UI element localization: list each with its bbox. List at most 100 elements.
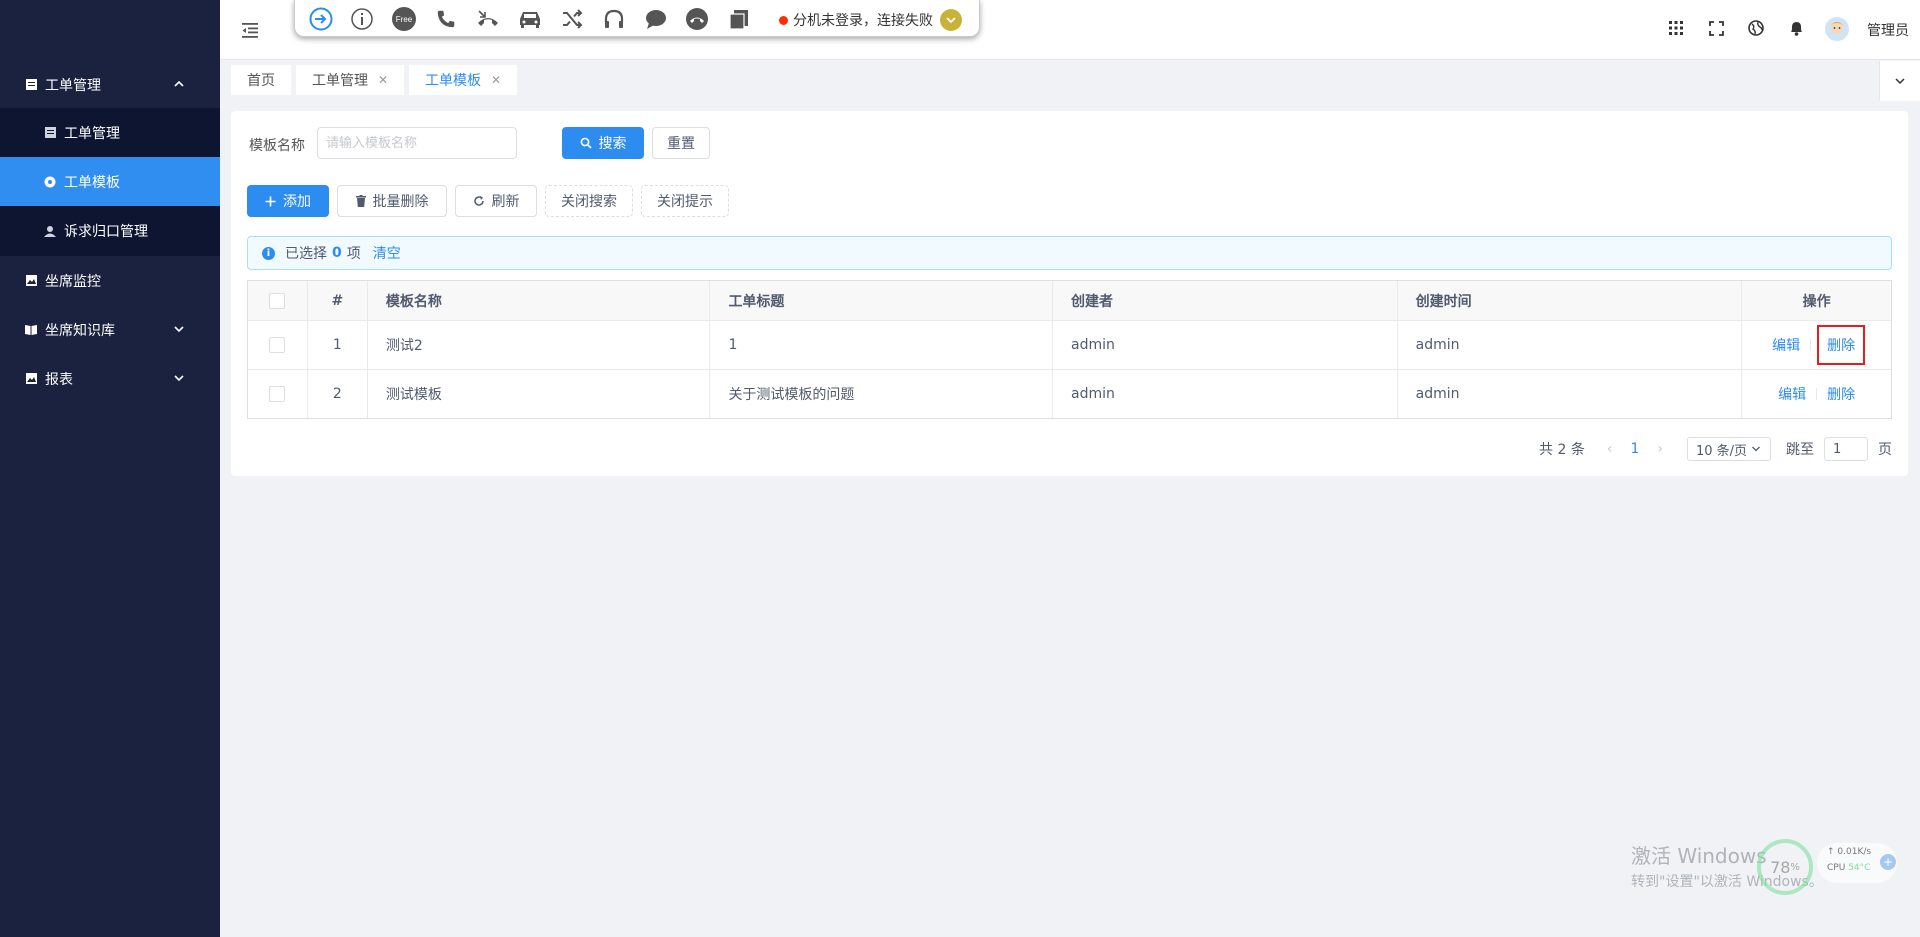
search-button[interactable]: 搜索 (562, 127, 644, 159)
close-tip-button[interactable]: 关闭提示 (641, 185, 729, 217)
free-status-icon[interactable]: Free (391, 6, 417, 32)
people-icon (44, 225, 56, 237)
hangup-icon[interactable] (684, 6, 710, 32)
chevron-down-icon (174, 375, 184, 382)
delete-link[interactable]: 删除 (1817, 325, 1866, 365)
close-icon[interactable]: ✕ (491, 73, 501, 87)
chevron-down-icon (174, 326, 184, 333)
svg-text:Free: Free (396, 15, 413, 24)
main-card: 模板名称 搜索 重置 添加 批量删除 刷新 关闭搜索 关闭提示 i 已选择 0 … (231, 111, 1908, 476)
sidebar-item-label: 坐席监控 (45, 273, 101, 290)
sidebar-item-workorder-template[interactable]: 工单模板 (0, 157, 220, 206)
search-icon (580, 137, 592, 149)
delete-link[interactable]: 删除 (1827, 384, 1855, 404)
clear-selection-link[interactable]: 清空 (373, 243, 401, 263)
reset-button[interactable]: 重置 (652, 127, 710, 159)
chat-icon[interactable] (643, 6, 669, 32)
title-cell: 关于测试模板的问题 (710, 370, 1054, 418)
page-number[interactable]: 1 (1630, 441, 1639, 457)
sidebar-item-workorder-manage[interactable]: 工单管理 (0, 108, 220, 157)
trash-icon (355, 195, 366, 207)
sidebar-item-appeal-manage[interactable]: 诉求归口管理 (0, 206, 220, 255)
list-icon (44, 127, 56, 139)
login-icon[interactable] (308, 6, 334, 32)
column-header: 模板名称 (367, 281, 711, 320)
checkbox-cell (248, 370, 308, 418)
pagination: 共 2 条 ‹ 1 › 10 条/页 跳至 1 页 (1539, 437, 1892, 461)
column-header: 创建者 (1053, 281, 1398, 320)
image-icon (25, 275, 37, 287)
alert-suffix: 项 (346, 246, 361, 262)
add-button[interactable]: 添加 (247, 185, 329, 217)
sidebar-item-workorder-group[interactable]: 工单管理 (0, 60, 220, 109)
connection-status: 分机未登录，连接失败 (779, 9, 962, 31)
copy-icon[interactable] (726, 6, 752, 32)
row-checkbox[interactable] (269, 386, 286, 402)
actions-cell: 编辑 删除 (1742, 321, 1891, 369)
column-header: 创建时间 (1397, 281, 1743, 320)
select-all-checkbox[interactable] (269, 292, 286, 309)
close-search-button[interactable]: 关闭搜索 (545, 185, 633, 217)
chevron-down-icon[interactable] (940, 9, 962, 31)
search-label: 模板名称 (249, 138, 305, 154)
username[interactable]: 管理员 (1867, 20, 1909, 40)
hangup-transfer-icon[interactable] (475, 6, 501, 32)
alert-prefix: 已选择 (285, 246, 327, 262)
table-row: 1 测试2 1 admin admin 编辑 删除 (248, 321, 1891, 370)
plus-icon[interactable]: + (1880, 854, 1896, 870)
close-icon[interactable]: ✕ (378, 73, 388, 87)
tag-label: 工单模板 (425, 73, 481, 89)
edit-link[interactable]: 编辑 (1778, 384, 1806, 404)
headset-icon[interactable] (601, 6, 627, 32)
sidebar-item-label: 报表 (45, 371, 73, 388)
phone-icon[interactable] (433, 6, 459, 32)
system-monitor-widget[interactable]: 78% ↑ 0.01K/s CPU 54°C + (1757, 839, 1900, 895)
tag-home[interactable]: 首页 (231, 65, 291, 95)
tag-workorder-manage[interactable]: 工单管理 ✕ (296, 65, 405, 95)
batch-delete-button[interactable]: 批量删除 (337, 185, 447, 217)
sidebar-item-reports[interactable]: 报表 (0, 354, 220, 403)
divider (1816, 388, 1818, 400)
next-page-icon[interactable]: › (1657, 441, 1663, 457)
page-size-select[interactable]: 10 条/页 (1687, 437, 1771, 461)
sidebar-item-knowledge-base[interactable]: 坐席知识库 (0, 305, 220, 354)
menu-fold-icon[interactable] (240, 20, 260, 40)
fullscreen-icon[interactable] (1706, 18, 1726, 38)
refresh-icon (473, 195, 485, 207)
avatar[interactable] (1825, 17, 1849, 41)
index-cell: 1 (308, 321, 368, 369)
sidebar-item-label: 工单管理 (45, 77, 101, 94)
sidebar-item-label: 工单模板 (64, 174, 120, 191)
jump-page-input[interactable]: 1 (1824, 437, 1868, 461)
book-icon (25, 324, 37, 336)
globe-icon[interactable] (1746, 18, 1766, 38)
tag-workorder-template[interactable]: 工单模板 ✕ (409, 65, 518, 95)
template-name-input[interactable] (317, 127, 517, 159)
table-header-row: # 模板名称 工单标题 创建者 创建时间 操作 (248, 281, 1891, 321)
refresh-button[interactable]: 刷新 (455, 185, 537, 217)
top-header: Free 分机未登录，连接失败 管理员 (220, 0, 1920, 60)
plus-icon (265, 196, 276, 207)
sidebar-item-seat-monitor[interactable]: 坐席监控 (0, 256, 220, 305)
checkbox-cell (248, 321, 308, 369)
tags-more-dropdown[interactable] (1879, 61, 1920, 101)
sidebar-item-label: 坐席知识库 (45, 322, 115, 339)
edit-link[interactable]: 编辑 (1772, 335, 1800, 355)
created-time-cell: admin (1398, 321, 1743, 369)
sidebar: 工单管理 工单管理 工单模板 诉求归口管理 坐席监控 坐席知识库 报表 (0, 0, 220, 937)
chevron-up-icon (174, 80, 184, 87)
info-icon[interactable] (349, 6, 375, 32)
selection-alert: i 已选择 0 项 清空 (247, 236, 1892, 270)
apps-grid-icon[interactable] (1666, 18, 1686, 38)
prev-page-icon[interactable]: ‹ (1607, 441, 1613, 457)
chevron-down-icon (1752, 446, 1761, 452)
chevron-down-icon (1895, 78, 1905, 85)
tag-label: 首页 (247, 73, 275, 89)
jump-label: 跳至 (1786, 442, 1814, 458)
row-checkbox[interactable] (269, 337, 286, 353)
car-icon[interactable] (517, 6, 543, 32)
shuffle-icon[interactable] (559, 6, 585, 32)
list-icon (25, 79, 37, 91)
bell-icon[interactable] (1786, 18, 1806, 38)
creator-cell: admin (1053, 321, 1398, 369)
